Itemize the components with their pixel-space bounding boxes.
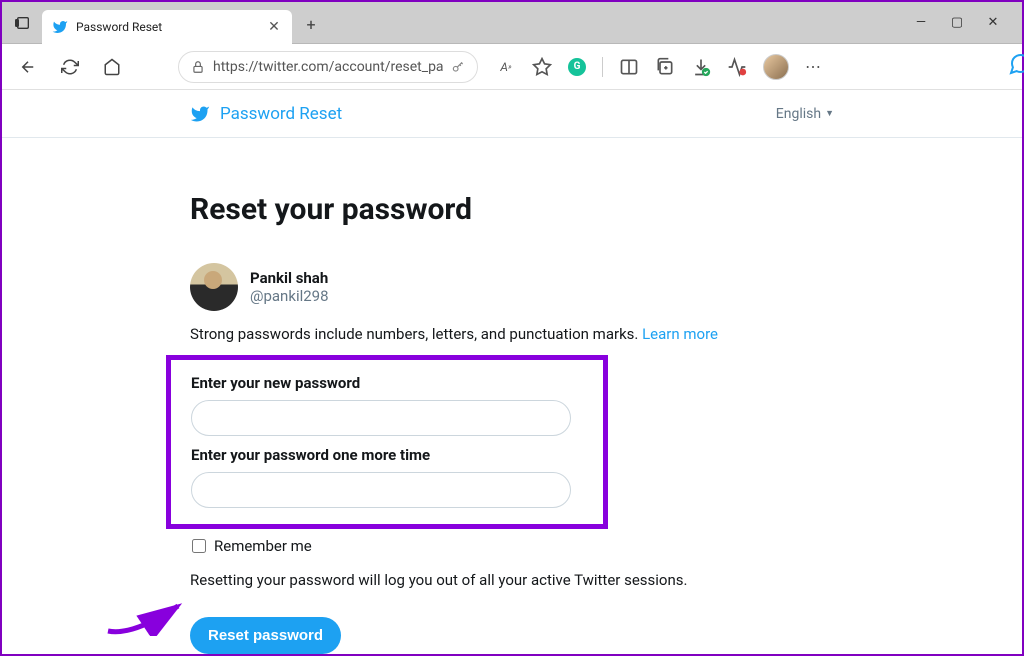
user-name: Pankil shah bbox=[250, 269, 329, 287]
address-bar[interactable]: https://twitter.com/account/reset_pas... bbox=[178, 51, 478, 83]
user-info: Pankil shah @pankil298 bbox=[190, 263, 834, 311]
minimize-button[interactable]: — bbox=[914, 15, 928, 30]
grammarly-extension-icon[interactable]: G bbox=[568, 58, 586, 76]
user-avatar bbox=[190, 263, 238, 311]
profile-avatar[interactable] bbox=[763, 54, 789, 80]
back-button[interactable] bbox=[12, 51, 44, 83]
refresh-button[interactable] bbox=[54, 51, 86, 83]
language-selector[interactable]: English ▼ bbox=[776, 106, 834, 122]
browser-tab-active[interactable]: Password Reset ✕ bbox=[42, 10, 292, 44]
reset-note: Resetting your password will log you out… bbox=[190, 571, 834, 589]
browser-tab-strip: Password Reset ✕ + — ▢ ✕ bbox=[2, 2, 1022, 44]
learn-more-link[interactable]: Learn more bbox=[642, 325, 718, 343]
caret-down-icon: ▼ bbox=[825, 108, 834, 119]
confirm-password-label: Enter your password one more time bbox=[191, 446, 583, 464]
page-heading: Reset your password bbox=[190, 192, 834, 227]
browser-toolbar: https://twitter.com/account/reset_pas...… bbox=[2, 44, 1022, 90]
new-tab-button[interactable]: + bbox=[296, 10, 326, 40]
confirm-password-input[interactable] bbox=[191, 472, 571, 508]
reset-password-button[interactable]: Reset password bbox=[190, 617, 341, 654]
read-aloud-icon[interactable]: A» bbox=[496, 57, 516, 77]
password-hint: Strong passwords include numbers, letter… bbox=[190, 325, 834, 343]
window-controls: — ▢ ✕ bbox=[914, 15, 1016, 30]
tab-title: Password Reset bbox=[76, 20, 258, 34]
remember-me-checkbox[interactable] bbox=[192, 539, 206, 553]
header-title: Password Reset bbox=[220, 104, 342, 124]
tab-close-button[interactable]: ✕ bbox=[266, 19, 282, 35]
annotation-highlight: Enter your new password Enter your passw… bbox=[166, 355, 608, 529]
split-screen-icon[interactable] bbox=[619, 57, 639, 77]
page-header: Password Reset English ▼ bbox=[2, 90, 1022, 138]
main-content: Reset your password Pankil shah @pankil2… bbox=[2, 138, 1022, 654]
more-menu-button[interactable]: ⋯ bbox=[805, 57, 822, 76]
chat-bubble-icon[interactable] bbox=[1008, 52, 1024, 76]
new-password-label: Enter your new password bbox=[191, 374, 583, 392]
twitter-favicon-icon bbox=[52, 19, 68, 35]
performance-icon[interactable] bbox=[727, 57, 747, 77]
downloads-icon[interactable] bbox=[691, 57, 711, 77]
password-key-icon bbox=[451, 60, 465, 74]
maximize-button[interactable]: ▢ bbox=[950, 15, 964, 30]
user-handle: @pankil298 bbox=[250, 287, 329, 305]
remember-me-label: Remember me bbox=[214, 537, 312, 555]
home-button[interactable] bbox=[96, 51, 128, 83]
url-text: https://twitter.com/account/reset_pas... bbox=[213, 59, 443, 75]
new-password-input[interactable] bbox=[191, 400, 571, 436]
close-window-button[interactable]: ✕ bbox=[986, 15, 1000, 30]
tab-actions-button[interactable] bbox=[8, 8, 38, 38]
favorite-star-icon[interactable] bbox=[532, 57, 552, 77]
separator bbox=[602, 57, 603, 77]
collections-icon[interactable] bbox=[655, 57, 675, 77]
lock-icon bbox=[191, 60, 205, 74]
twitter-logo-icon bbox=[190, 104, 210, 124]
